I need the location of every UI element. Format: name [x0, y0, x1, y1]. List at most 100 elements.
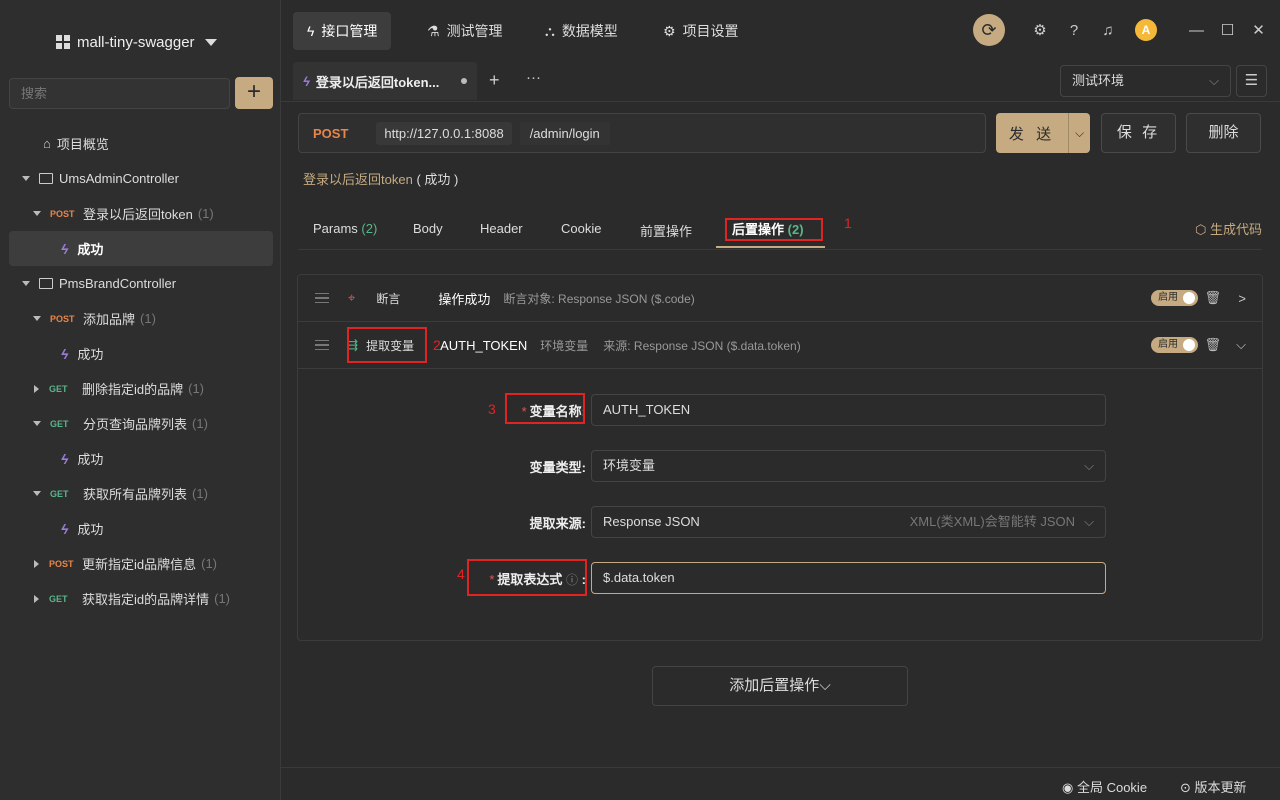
tree-item-add-brand[interactable]: POST 添加品牌 (1)	[9, 301, 273, 336]
request-tab[interactable]: ϟ 登录以后返回token...	[293, 62, 477, 100]
maximize-icon[interactable]: ☐	[1212, 21, 1243, 39]
more-icon[interactable]: ···	[526, 69, 541, 86]
chevron-right-icon[interactable]: >	[1238, 291, 1246, 306]
tab-api-management[interactable]: ϟ 接口管理	[293, 12, 392, 50]
api-tree: ⌂ 项目概览 UmsAdminController POST 登录以后返回tok…	[9, 126, 273, 616]
delete-button[interactable]: 删除	[1186, 113, 1261, 153]
save-button[interactable]: 保 存	[1101, 113, 1176, 153]
menu-icon[interactable]: ☰	[1236, 65, 1267, 97]
chevron-down-icon: ⌵	[1084, 514, 1094, 529]
tab-cookie[interactable]: Cookie	[561, 221, 601, 236]
generate-code-button[interactable]: ⬡ 生成代码	[1195, 219, 1262, 238]
gear-icon[interactable]: ⚙	[1023, 21, 1057, 39]
expand-icon	[33, 421, 41, 426]
tab-label: Params	[313, 221, 358, 236]
drag-handle-icon[interactable]	[315, 292, 329, 304]
tree-item-list-brand[interactable]: GET 分页查询品牌列表 (1)	[9, 406, 273, 441]
tab-params[interactable]: Params (2)	[313, 221, 377, 236]
enable-toggle[interactable]: 启用	[1151, 337, 1198, 353]
tree-item-overview[interactable]: ⌂ 项目概览	[9, 126, 273, 161]
chevron-down-icon[interactable]: ⌵	[1068, 113, 1090, 153]
field-expression: * 提取表达式 ⓘ : $.data.token	[298, 562, 1106, 594]
add-post-op-button[interactable]: 添加后置操作⌵	[652, 666, 908, 706]
field-source: 提取来源: Response JSON XML(类XML)会智能转 JSON ⌵	[298, 506, 1106, 538]
tab-body[interactable]: Body	[413, 221, 443, 236]
help-icon[interactable]: ?	[1057, 22, 1091, 39]
annotation-number-3: 3	[488, 401, 496, 417]
global-cookie-button[interactable]: ◉ 全局 Cookie	[1062, 777, 1147, 796]
op-description: 来源: Response JSON ($.data.token)	[603, 338, 801, 353]
close-icon[interactable]: ✕	[1243, 21, 1274, 39]
tree-item-all-brand[interactable]: GET 获取所有品牌列表 (1)	[9, 476, 273, 511]
enable-toggle[interactable]: 启用	[1151, 290, 1198, 306]
tree-item-list-brand-success[interactable]: ϟ 成功	[9, 441, 273, 476]
active-tab-indicator	[716, 246, 825, 248]
source-value: Response JSON	[603, 514, 700, 529]
tab-test-management[interactable]: ⚗ 测试管理	[413, 12, 517, 50]
drag-handle-icon[interactable]	[315, 339, 329, 351]
var-type-select[interactable]: 环境变量 ⌵	[591, 450, 1106, 482]
chevron-down-icon[interactable]: ⌵	[1236, 337, 1246, 353]
tree-item-login[interactable]: POST 登录以后返回token (1)	[9, 196, 273, 231]
tree-folder-ums[interactable]: UmsAdminController	[9, 161, 273, 196]
annotation-number-1: 1	[844, 215, 852, 231]
chevron-down-icon: ⌵	[1084, 458, 1094, 473]
environment-select[interactable]: 测试环境 ⌵	[1060, 65, 1231, 97]
source-select[interactable]: Response JSON XML(类XML)会智能转 JSON ⌵	[591, 506, 1106, 538]
search-input[interactable]: 搜索	[9, 78, 230, 109]
bell-icon[interactable]: ♫	[1091, 22, 1125, 39]
request-path[interactable]: /admin/login	[519, 121, 610, 145]
project-selector[interactable]: mall-tiny-swagger	[56, 30, 217, 54]
minimize-icon[interactable]: —	[1181, 22, 1212, 39]
expression-input[interactable]: $.data.token	[591, 562, 1106, 594]
add-button[interactable]: +	[235, 77, 273, 109]
tab-project-settings[interactable]: ⚙ 项目设置	[649, 12, 753, 50]
method-badge: POST	[50, 313, 75, 324]
tab-header[interactable]: Header	[480, 221, 523, 236]
post-op-assert[interactable]: ⌖ 断言 操作成功 断言对象: Response JSON ($.code) 启…	[298, 275, 1262, 322]
tree-item-label: 成功	[77, 242, 104, 257]
tree-item-brand-detail[interactable]: GET 获取指定id的品牌详情 (1)	[9, 581, 273, 616]
tree-item-add-brand-success[interactable]: ϟ 成功	[9, 336, 273, 371]
method-badge: GET	[50, 488, 69, 499]
tree-item-label: 添加品牌	[83, 312, 136, 327]
model-icon: ⛬	[545, 22, 555, 39]
post-ops-panel: ⌖ 断言 操作成功 断言对象: Response JSON ($.code) 启…	[297, 274, 1263, 641]
var-name-input[interactable]: AUTH_TOKEN	[591, 394, 1106, 426]
bolt-icon: ϟ	[61, 520, 69, 537]
tree-item-delete-brand[interactable]: GET 删除指定id的品牌 (1)	[9, 371, 273, 406]
expand-icon	[33, 491, 41, 496]
request-method[interactable]: POST	[313, 126, 348, 141]
breadcrumb: 登录以后返回token ( 成功 )	[303, 169, 458, 188]
avatar[interactable]: A	[1135, 19, 1157, 41]
plus-icon[interactable]: +	[489, 70, 500, 91]
project-name: mall-tiny-swagger	[77, 33, 195, 51]
tree-item-login-success[interactable]: ϟ 成功	[9, 231, 273, 266]
post-op-extract[interactable]: ⇶ 提取变量 AUTH_TOKEN 环境变量 来源: Response JSON…	[298, 322, 1262, 369]
method-badge: GET	[49, 383, 68, 394]
tab-data-model[interactable]: ⛬ 数据模型	[531, 12, 632, 50]
tree-folder-pms[interactable]: PmsBrandController	[9, 266, 273, 301]
field-label: 变量类型:	[529, 459, 586, 475]
trash-icon[interactable]: 🗑	[1204, 290, 1221, 306]
trash-icon[interactable]: 🗑	[1204, 337, 1221, 353]
collapse-icon	[34, 384, 39, 393]
url-bar[interactable]: POST http://127.0.0.1:8088 /admin/login	[298, 113, 986, 153]
toggle-label: 启用	[1158, 292, 1178, 303]
unsaved-dot-icon	[461, 78, 467, 84]
sync-icon[interactable]: ⟳	[973, 14, 1005, 46]
tree-item-label: 登录以后返回token	[83, 207, 193, 222]
version-update-button[interactable]: ⊙ 版本更新	[1180, 777, 1247, 796]
op-name: 操作成功	[438, 291, 491, 307]
caret-down-icon	[204, 38, 217, 46]
tree-item-update-brand[interactable]: POST 更新指定id品牌信息 (1)	[9, 546, 273, 581]
tree-item-all-brand-success[interactable]: ϟ 成功	[9, 511, 273, 546]
annotation-box-4	[467, 559, 587, 596]
method-badge: POST	[49, 558, 74, 569]
add-post-op-label: 添加后置操作	[729, 677, 820, 694]
breadcrumb-name[interactable]: 登录以后返回token	[303, 172, 413, 187]
flask-icon: ⚗	[427, 22, 440, 39]
send-button[interactable]: 发 送 ⌵	[996, 113, 1090, 153]
tab-pre-ops[interactable]: 前置操作	[640, 221, 692, 240]
request-host[interactable]: http://127.0.0.1:8088	[376, 121, 512, 145]
